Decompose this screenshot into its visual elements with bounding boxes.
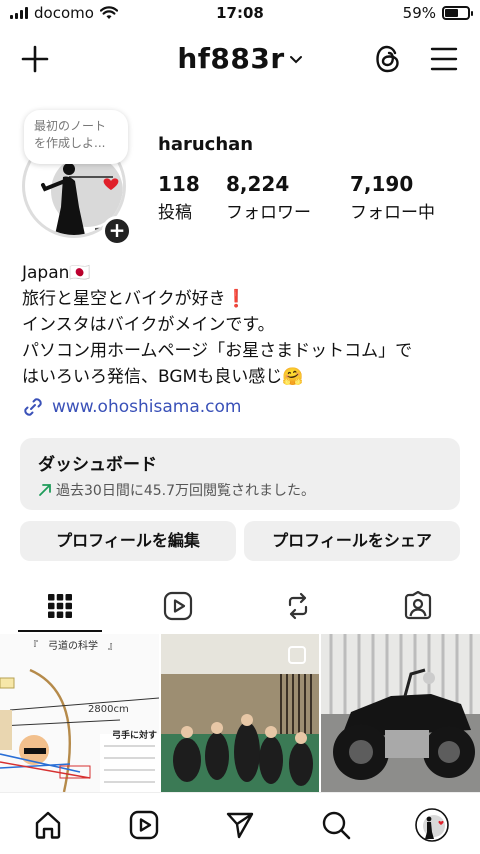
professional-dashboard[interactable]: ダッシュボード 過去30日間に45.7万回閲覧されました。 xyxy=(20,438,460,510)
chevron-down-icon xyxy=(289,56,302,64)
trend-up-icon xyxy=(39,484,51,496)
dashboard-subtitle-row: 過去30日間に45.7万回閲覧されました。 xyxy=(38,480,442,500)
battery-percent: 59% xyxy=(402,4,436,22)
stat-following-label: フォロー中 xyxy=(350,203,435,223)
tagged-icon xyxy=(404,591,432,620)
edit-profile-button[interactable]: プロフィールを編集 xyxy=(20,521,236,561)
share-profile-button[interactable]: プロフィールをシェア xyxy=(244,521,460,561)
bio-line: パソコン用ホームページ「お星さまドットコム」で xyxy=(22,341,413,361)
tab-posts-grid[interactable] xyxy=(0,580,120,632)
reposts-icon xyxy=(288,592,308,620)
profile-name: haruchan xyxy=(158,134,254,155)
post1-note: 弓手に対す xyxy=(112,731,158,741)
profile-header: hf883r xyxy=(0,36,480,84)
add-story-button[interactable]: + xyxy=(102,216,132,246)
kyudo-science-diagram xyxy=(0,634,159,792)
link-icon xyxy=(24,398,42,416)
menu-icon[interactable] xyxy=(430,46,458,72)
account-username: hf883r xyxy=(177,42,285,75)
battery-icon xyxy=(442,6,473,20)
tab-reels[interactable] xyxy=(118,580,238,632)
nav-direct[interactable] xyxy=(222,807,258,843)
website-url: www.ohoshisama.com xyxy=(52,397,242,417)
stat-following[interactable]: 7,190 フォロー中 xyxy=(350,172,435,223)
post-thumbnail[interactable] xyxy=(160,634,320,792)
profile-website-link[interactable]: www.ohoshisama.com xyxy=(22,396,241,418)
dashboard-title: ダッシュボード xyxy=(38,455,157,475)
post1-heading: 『 弓道の科学 』 xyxy=(28,641,118,652)
create-note-bubble[interactable]: 最初のノート を作成しよ... xyxy=(24,110,128,164)
post-thumbnail[interactable]: 『 弓道の科学 』 2800cm 弓手に対す xyxy=(0,634,159,792)
account-switcher[interactable]: hf883r xyxy=(0,42,480,75)
nav-home[interactable] xyxy=(30,807,66,843)
reels-icon xyxy=(129,810,159,840)
nav-search[interactable] xyxy=(318,807,354,843)
stat-posts-label: 投稿 xyxy=(158,203,192,223)
posts-grid: 『 弓道の科学 』 2800cm 弓手に対す xyxy=(0,634,480,792)
tab-tagged[interactable] xyxy=(358,580,478,632)
bio-line: インスタはバイクがメインです。 xyxy=(22,315,275,335)
home-icon xyxy=(35,811,61,839)
stat-followers[interactable]: 8,224 フォロワー xyxy=(226,172,311,223)
nav-reels[interactable] xyxy=(126,807,162,843)
bio-line: Japan🇯🇵 xyxy=(22,263,91,283)
stat-followers-count: 8,224 xyxy=(226,172,290,196)
dashboard-subtitle: 過去30日間に45.7万回閲覧されました。 xyxy=(56,483,315,499)
motorcycle-photo xyxy=(321,634,480,792)
profile-bio: Japan🇯🇵 旅行と星空とバイクが好き❗ インスタはバイクがメインです。 パソ… xyxy=(22,260,462,390)
battery-info: 59% xyxy=(402,4,473,22)
threads-icon[interactable] xyxy=(374,44,402,74)
tab-reposts[interactable] xyxy=(238,580,358,632)
stat-posts-count: 118 xyxy=(158,172,200,196)
dojo-photo xyxy=(160,634,320,792)
profile-avatar xyxy=(415,808,449,842)
search-icon xyxy=(322,811,351,840)
post-thumbnail[interactable] xyxy=(321,634,480,792)
profile-content-tabs xyxy=(0,580,480,632)
note-text-line1: 最初のノート xyxy=(34,119,107,133)
stat-posts[interactable]: 118 投稿 xyxy=(158,172,200,223)
send-icon xyxy=(226,812,254,839)
bottom-navigation xyxy=(0,792,480,854)
status-bar: docomo 17:08 59% xyxy=(0,0,480,28)
reels-icon xyxy=(163,591,193,621)
stat-following-count: 7,190 xyxy=(350,172,414,196)
stat-followers-label: フォロワー xyxy=(226,203,311,223)
note-text-line2: を作成しよ... xyxy=(34,136,106,150)
post1-measure: 2800cm xyxy=(88,704,129,715)
bio-line: 旅行と星空とバイクが好き❗ xyxy=(22,289,247,309)
nav-profile[interactable] xyxy=(414,807,450,843)
grid-icon xyxy=(48,594,72,618)
bio-line: はいろいろ発信、BGMも良い感じ🤗 xyxy=(22,367,304,387)
